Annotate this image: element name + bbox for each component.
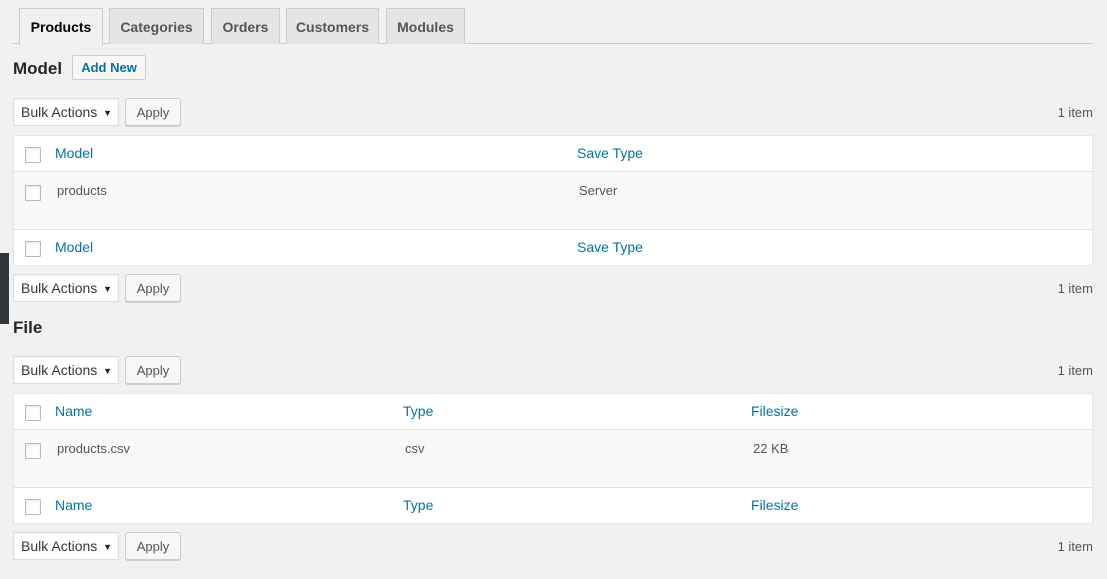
table-header-row: Model Save Type [14, 136, 1092, 172]
cell-filesize: 22 KB [753, 441, 789, 456]
column-header-name[interactable]: Name [55, 403, 92, 419]
cell-model: products [57, 183, 107, 198]
tab-customers[interactable]: Customers [286, 8, 379, 44]
bulk-actions-select[interactable]: Bulk Actions ▼ [13, 274, 119, 302]
table-header-row: Name Type Filesize [14, 394, 1092, 430]
column-footer-model[interactable]: Model [55, 239, 93, 255]
model-tablenav-bottom: Bulk Actions ▼ Apply 1 item [13, 274, 1093, 304]
bulk-actions-label: Bulk Actions [21, 280, 98, 296]
tab-products[interactable]: Products [19, 8, 103, 45]
file-tablenav-top: Bulk Actions ▼ Apply 1 item [13, 356, 1093, 386]
column-header-filesize[interactable]: Filesize [751, 403, 798, 419]
item-count: 1 item [1057, 281, 1093, 296]
bulk-actions-select[interactable]: Bulk Actions ▼ [13, 532, 119, 560]
bulk-actions-label: Bulk Actions [21, 104, 98, 120]
admin-page: Products Categories Orders Customers Mod… [0, 0, 1107, 579]
apply-button[interactable]: Apply [125, 274, 181, 302]
row-checkbox[interactable] [25, 443, 41, 459]
select-all-checkbox-footer[interactable] [25, 499, 41, 515]
item-count: 1 item [1057, 105, 1093, 120]
tab-orders[interactable]: Orders [211, 8, 280, 44]
caret-down-icon: ▼ [103, 108, 112, 118]
cell-type: csv [405, 441, 425, 456]
bulk-actions-select[interactable]: Bulk Actions ▼ [13, 356, 119, 384]
table-footer-row: Name Type Filesize [14, 487, 1092, 523]
file-tablenav-bottom: Bulk Actions ▼ Apply 1 item [13, 532, 1093, 562]
column-header-model[interactable]: Model [55, 145, 93, 161]
caret-down-icon: ▼ [103, 284, 112, 294]
row-checkbox[interactable] [25, 185, 41, 201]
model-section-title: Model [13, 59, 63, 78]
column-footer-save-type[interactable]: Save Type [577, 239, 643, 255]
column-header-save-type[interactable]: Save Type [577, 145, 643, 161]
column-header-type[interactable]: Type [403, 403, 433, 419]
table-footer-row: Model Save Type [14, 229, 1092, 265]
admin-menu-edge [0, 253, 9, 324]
cell-name: products.csv [57, 441, 130, 456]
file-table: Name Type Filesize products.csv csv 22 K… [13, 393, 1093, 523]
tab-modules[interactable]: Modules [386, 8, 465, 44]
model-tablenav-top: Bulk Actions ▼ Apply 1 item [13, 98, 1093, 128]
bulk-actions-select[interactable]: Bulk Actions ▼ [13, 98, 119, 126]
cell-save-type: Server [579, 183, 618, 198]
add-new-model-button[interactable]: Add New [72, 55, 146, 80]
model-table: Model Save Type products Server Model Sa… [13, 135, 1093, 265]
tab-categories[interactable]: Categories [109, 8, 204, 44]
column-footer-type[interactable]: Type [403, 497, 433, 513]
table-row: products Server [14, 172, 1092, 229]
select-all-checkbox-footer[interactable] [25, 241, 41, 257]
table-row: products.csv csv 22 KB [14, 430, 1092, 487]
item-count: 1 item [1057, 539, 1093, 554]
apply-button[interactable]: Apply [125, 356, 181, 384]
apply-button[interactable]: Apply [125, 532, 181, 560]
file-section-title: File [13, 318, 43, 337]
bulk-actions-label: Bulk Actions [21, 538, 98, 554]
column-footer-filesize[interactable]: Filesize [751, 497, 798, 513]
bulk-actions-label: Bulk Actions [21, 362, 98, 378]
caret-down-icon: ▼ [103, 366, 112, 376]
select-all-checkbox[interactable] [25, 405, 41, 421]
column-footer-name[interactable]: Name [55, 497, 92, 513]
select-all-checkbox[interactable] [25, 147, 41, 163]
caret-down-icon: ▼ [103, 542, 112, 552]
item-count: 1 item [1057, 363, 1093, 378]
nav-tab-wrapper: Products Categories Orders Customers Mod… [13, 8, 1093, 45]
apply-button[interactable]: Apply [125, 98, 181, 126]
